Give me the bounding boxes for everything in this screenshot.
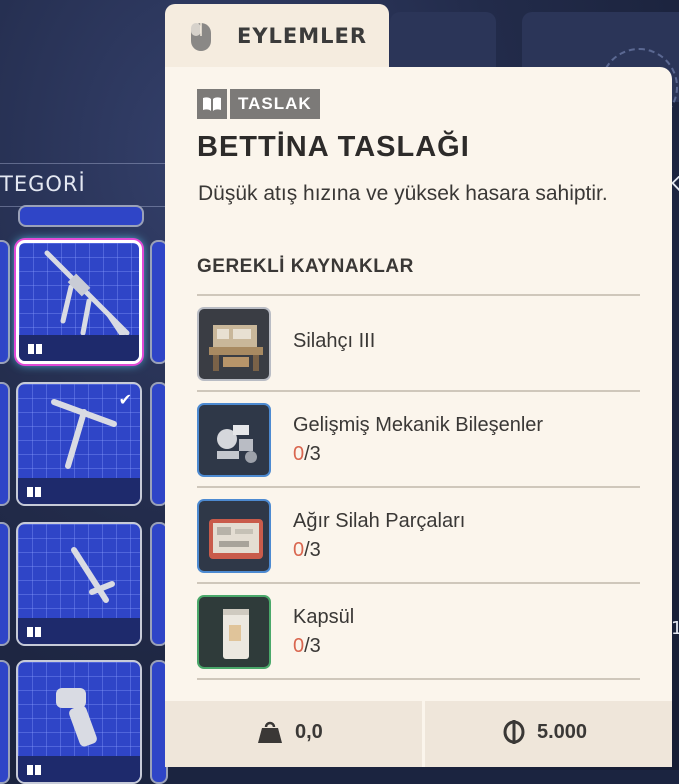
resource-name: Ağır Silah Parçaları — [293, 510, 466, 532]
tab-actions[interactable]: EYLEMLER — [165, 4, 389, 70]
book-icon — [27, 487, 41, 497]
weight-value: 0,0 — [295, 720, 323, 743]
resource-row[interactable]: Ağır Silah Parçaları 0/3 — [197, 488, 640, 582]
resource-name: Kapsül — [293, 606, 355, 628]
blueprint-slot-selected[interactable] — [16, 240, 142, 364]
workbench-icon — [197, 307, 271, 381]
resource-count: 0/3 — [293, 635, 321, 657]
grid-cell-partial[interactable] — [0, 660, 10, 784]
book-icon — [27, 627, 41, 637]
grid-cell-partial[interactable] — [18, 205, 144, 227]
divider — [197, 678, 640, 680]
item-footer: 0,0 5.000 — [165, 701, 672, 767]
grid-cell-partial[interactable] — [0, 522, 10, 646]
blueprint-slot[interactable] — [16, 522, 142, 646]
resource-name: Silahçı III — [293, 330, 376, 352]
price-value: 5.000 — [537, 720, 588, 743]
grid-cell-partial[interactable] — [0, 240, 10, 364]
weight-stat: 0,0 — [257, 720, 323, 744]
capsule-icon — [197, 595, 271, 669]
weapon-parts-case-icon — [197, 499, 271, 573]
weight-icon — [258, 721, 282, 743]
resource-row[interactable]: Silahçı III — [197, 296, 640, 390]
type-badge-label: TASLAK — [230, 89, 320, 119]
book-icon — [28, 344, 42, 354]
type-badge: TASLAK — [197, 89, 320, 119]
book-icon — [27, 765, 41, 775]
mouse-icon — [191, 23, 211, 51]
blueprint-slot[interactable] — [16, 660, 142, 784]
blueprint-slot[interactable]: ✔ — [16, 382, 142, 506]
edge-text: 1 — [671, 618, 679, 639]
mechanical-components-icon — [197, 403, 271, 477]
resource-row[interactable]: Kapsül 0/3 — [197, 584, 640, 678]
resource-row[interactable]: Gelişmiş Mekanik Bileşenler 0/3 — [197, 392, 640, 486]
resource-count: 0/3 — [293, 443, 321, 465]
requirements-header: GEREKLİ KAYNAKLAR — [197, 256, 414, 277]
grid-cell-partial[interactable] — [0, 382, 10, 506]
footer-separator — [422, 701, 425, 767]
item-title: BETTİNA TASLAĞI — [197, 131, 470, 163]
tab-label: EYLEMLER — [237, 24, 368, 48]
coin-icon — [503, 720, 525, 744]
item-tooltip: TASLAK BETTİNA TASLAĞI Düşük atış hızına… — [165, 67, 672, 701]
book-icon — [197, 89, 227, 119]
price-stat: 5.000 — [503, 720, 587, 744]
category-label: TEGORİ — [0, 172, 86, 196]
item-description: Düşük atış hızına ve yüksek hasara sahip… — [198, 182, 608, 205]
resource-count: 0/3 — [293, 539, 321, 561]
resource-name: Gelişmiş Mekanik Bileşenler — [293, 414, 544, 436]
